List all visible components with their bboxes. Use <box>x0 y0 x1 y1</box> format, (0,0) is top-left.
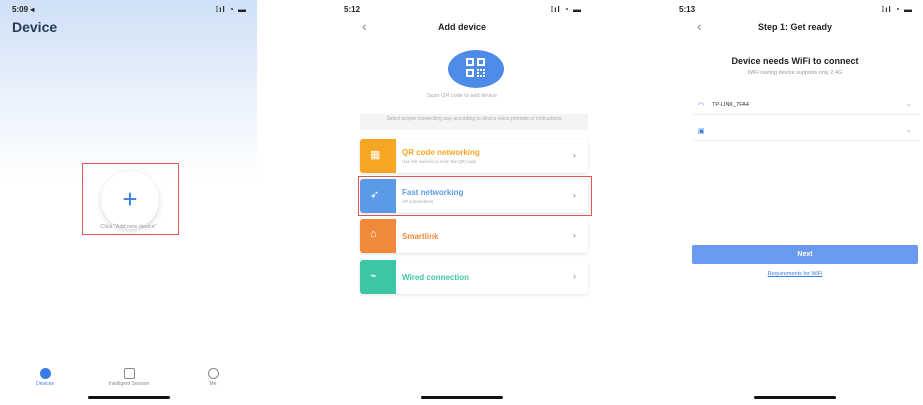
wifi-subheading: WiFi routing device supports only 2.4G <box>747 70 843 76</box>
status-bar: 5:13 ⁞ıl ◔ ▬ <box>667 4 923 18</box>
tab-label: Devices <box>36 381 54 387</box>
tab-me[interactable]: Me <box>178 368 248 387</box>
me-icon <box>207 368 219 379</box>
smartlink-badge: ⌂ <box>360 219 396 253</box>
fast-networking-highlight <box>358 176 592 216</box>
status-icons: ⁞ıl ◔ ▬ <box>215 5 247 14</box>
chevron-down-icon: ⌄ <box>905 125 912 134</box>
home-indicator <box>421 396 503 399</box>
chevron-right-icon: › <box>573 230 576 240</box>
scan-qr-button[interactable] <box>448 50 504 88</box>
page-title: Add device <box>437 22 486 32</box>
page-title: Step 1: Get ready <box>757 22 833 32</box>
status-time: 5:12 <box>344 5 361 14</box>
option-subtitle: Use the camera to scan the QR code <box>402 159 477 164</box>
option-qr-code-networking[interactable]: ▦ QR code networking Use the camera to s… <box>360 139 588 173</box>
option-label: QR code networking <box>402 148 480 157</box>
page-title: Device <box>12 19 58 35</box>
qr-badge: ▦ <box>360 139 396 173</box>
add-device-hint: Click "Add new device" <box>100 224 157 230</box>
wifi-heading: Device needs WiFi to connect <box>731 56 859 66</box>
option-label: Wired connection <box>402 273 470 282</box>
chevron-right-icon: › <box>573 271 576 281</box>
wifi-password-field[interactable]: ▣ ⌄ <box>692 122 920 141</box>
qr-icon: ▦ <box>370 149 381 161</box>
smartlink-icon: ⌂ <box>370 228 377 240</box>
plug-icon: ⌁ <box>370 270 377 282</box>
chevron-down-icon: ⌄ <box>905 99 912 108</box>
wifi-setup-screen: 5:13 ⁞ıl ◔ ▬ ‹ Step 1: Get ready Device … <box>667 0 923 405</box>
add-device-button[interactable]: + <box>101 171 159 229</box>
option-wired-connection[interactable]: ⌁ Wired connection › <box>360 260 588 294</box>
tab-bar: Devices Intelligent Session Me <box>0 368 257 390</box>
home-indicator <box>754 396 836 399</box>
status-icons: ⁞ıl ◔ ▬ <box>550 5 582 14</box>
devices-icon <box>39 368 51 379</box>
plug-badge: ⌁ <box>360 260 396 294</box>
status-bar: 5:09 ◂ ⁞ıl ◔ ▬ <box>0 4 257 18</box>
status-time: 5:09 ◂ <box>12 5 35 14</box>
session-icon <box>123 368 135 379</box>
tab-devices[interactable]: Devices <box>10 368 80 387</box>
lock-icon: ▣ <box>698 128 705 135</box>
qr-code-icon <box>466 58 486 78</box>
chevron-right-icon: › <box>573 150 576 160</box>
wifi-ssid-value: TP-LINK_7FA4 <box>712 102 749 108</box>
status-time: 5:13 <box>679 5 696 14</box>
option-label: Smartlink <box>402 232 439 241</box>
wifi-ssid-field[interactable]: ◠ TP-LINK_7FA4 ⌄ <box>692 96 920 115</box>
status-icons: ⁞ıl ◔ ▬ <box>881 5 913 14</box>
tab-label: Me <box>209 381 217 387</box>
instruction-banner: Select proper connecting way according t… <box>360 114 588 130</box>
status-bar: 5:12 ⁞ıl ◔ ▬ <box>332 4 592 18</box>
option-smartlink[interactable]: ⌂ Smartlink › <box>360 219 588 253</box>
tab-label: Intelligent Session <box>108 381 150 387</box>
device-screen: 5:09 ◂ ⁞ıl ◔ ▬ Device + Click "Add new d… <box>0 0 257 405</box>
wifi-icon: ◠ <box>698 102 705 109</box>
requirements-link[interactable]: Requirements for WiFi <box>667 271 923 277</box>
next-button[interactable]: Next <box>692 245 918 264</box>
tab-intelligent-session[interactable]: Intelligent Session <box>94 368 164 387</box>
scan-qr-caption: Scan QR code to add device <box>426 93 497 99</box>
add-device-screen: 5:12 ⁞ıl ◔ ▬ ‹ Add device Scan QR code t… <box>332 0 592 405</box>
home-indicator <box>87 396 170 399</box>
